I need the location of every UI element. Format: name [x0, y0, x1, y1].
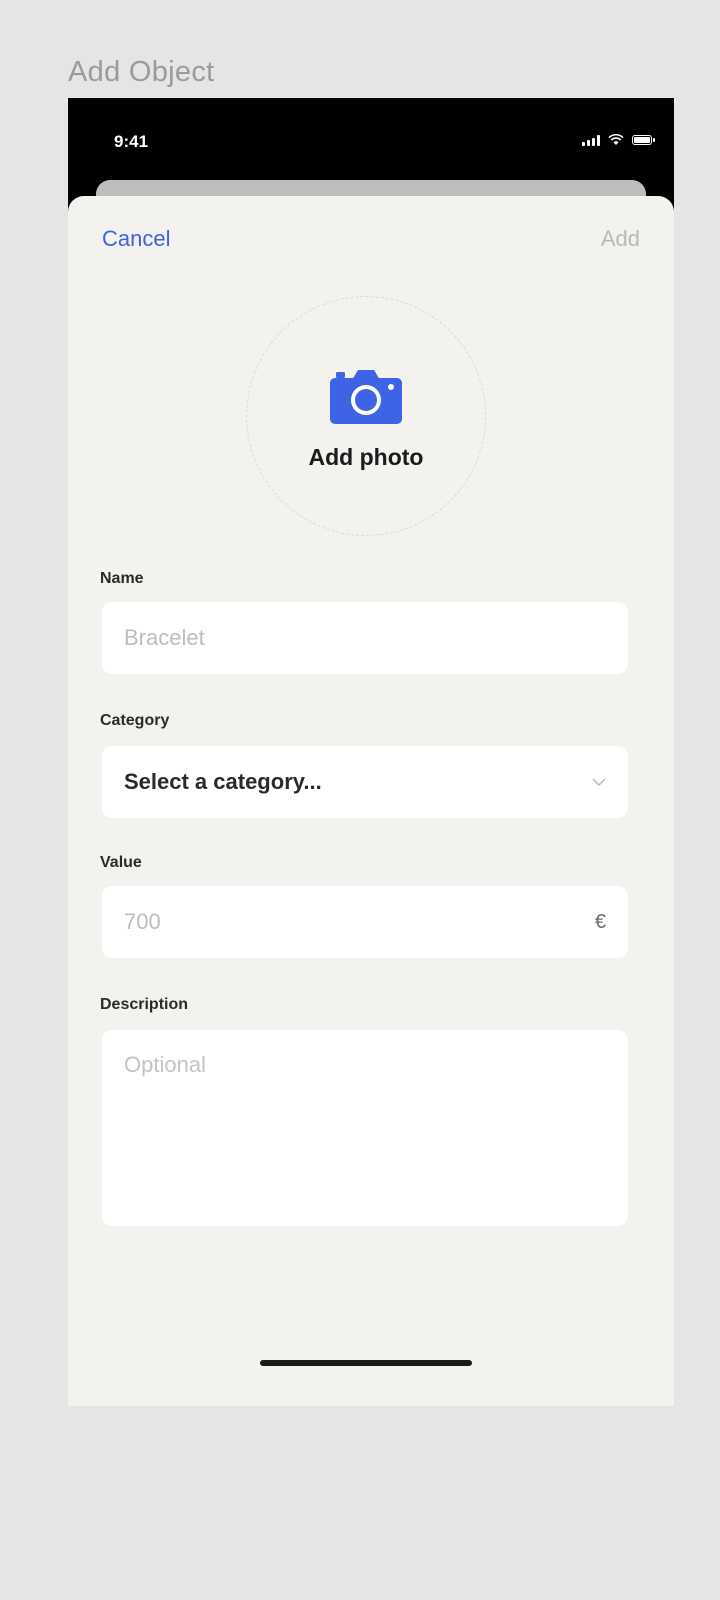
value-label: Value [100, 854, 142, 871]
description-label: Description [100, 996, 189, 1013]
category-label: Category [100, 712, 170, 729]
status-icons [582, 134, 655, 146]
cellular-signal-icon [582, 134, 600, 146]
add-photo-label: Add photo [308, 443, 424, 470]
status-time: 9:41 [114, 132, 149, 151]
description-placeholder: Optional [124, 1052, 206, 1077]
name-placeholder: Bracelet [124, 625, 205, 650]
value-placeholder: 700 [124, 909, 161, 934]
chevron-down-icon [592, 777, 606, 786]
name-label: Name [100, 570, 144, 587]
phone-frame: 9:41 Cancel Add Add photo Name Bracelet … [68, 98, 674, 1406]
frame-title: Add Object [68, 56, 215, 88]
battery-icon [632, 135, 655, 145]
add-button[interactable]: Add [601, 226, 640, 252]
status-bar: 9:41 [68, 98, 674, 182]
category-select[interactable]: Select a category... [102, 746, 628, 818]
cancel-button[interactable]: Cancel [102, 226, 170, 252]
add-photo-button[interactable]: Add photo [246, 296, 486, 536]
category-selected-value: Select a category... [124, 769, 322, 794]
value-field[interactable]: 700 € [102, 886, 628, 958]
camera-icon [330, 369, 402, 424]
name-field[interactable]: Bracelet [102, 602, 628, 674]
home-indicator [260, 1360, 472, 1366]
wifi-icon [608, 134, 624, 145]
description-textarea[interactable]: Optional [102, 1030, 628, 1226]
currency-symbol: € [594, 910, 606, 933]
